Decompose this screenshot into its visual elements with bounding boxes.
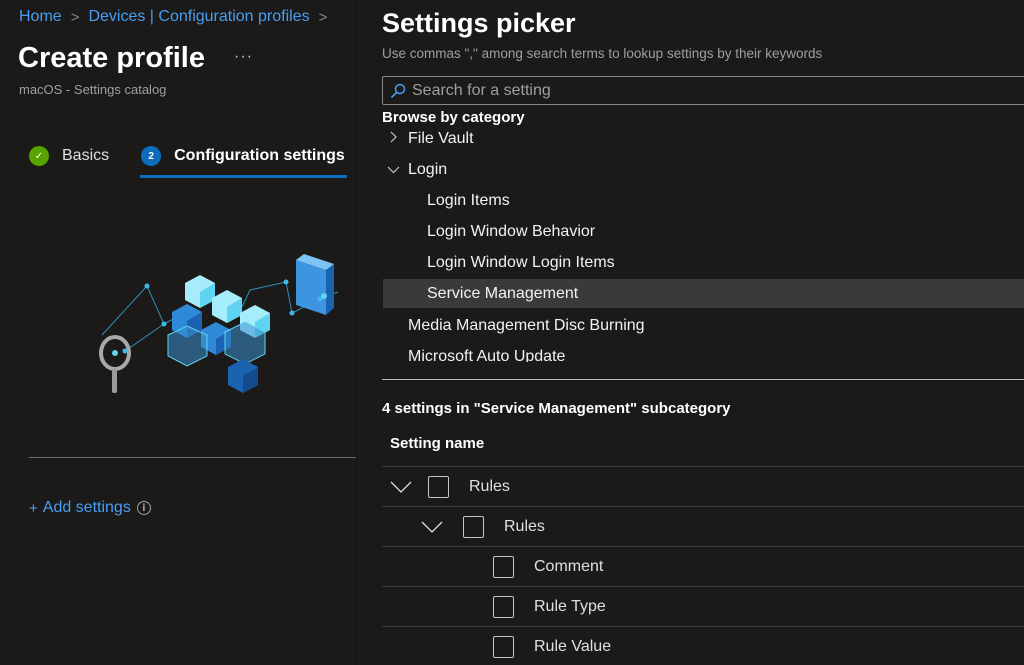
category-tree: File Vault Login Login Items Login Windo… [382, 124, 1024, 362]
setting-checkbox[interactable] [428, 475, 449, 498]
table-row: Comment [382, 546, 1024, 586]
settings-picker-panel: Settings picker Use commas "," among sea… [358, 0, 1024, 665]
step-label: Basics [62, 147, 110, 164]
category-label: Service Management [427, 284, 579, 302]
category-label: Login [408, 160, 448, 178]
step-configuration-settings[interactable]: 2 Configuration settings [140, 146, 347, 178]
category-microsoft-auto-update[interactable]: Microsoft Auto Update [382, 341, 1024, 363]
breadcrumb: Home > Devices | Configuration profiles … [19, 8, 336, 26]
setting-checkbox[interactable] [493, 595, 514, 618]
step-basics[interactable]: ✓ Basics [29, 146, 109, 178]
magnifier-icon [99, 335, 131, 393]
category-label: Media Management Disc Burning [408, 316, 645, 334]
setting-checkbox[interactable] [493, 635, 514, 658]
table-row: Rule Value [382, 626, 1024, 665]
chevron-down-icon[interactable] [386, 162, 400, 177]
breadcrumb-separator-icon: > [70, 8, 80, 26]
setting-checkbox[interactable] [493, 555, 514, 578]
settings-illustration [99, 254, 339, 393]
category-media-management-disc-burning[interactable]: Media Management Disc Burning [382, 310, 1024, 341]
category-label: Microsoft Auto Update [408, 347, 566, 363]
add-settings-label: Add settings [42, 499, 131, 516]
step-number-badge: 2 [141, 146, 162, 166]
table-row: Rule Type [382, 586, 1024, 626]
breadcrumb-home[interactable]: Home [19, 8, 62, 26]
chevron-down-icon[interactable] [421, 521, 443, 533]
add-settings-link[interactable]: + Add settings i [29, 499, 151, 517]
column-header-setting-name[interactable]: Setting name [390, 435, 484, 452]
more-options-icon[interactable]: ··· [234, 48, 253, 66]
cubes [167, 275, 270, 393]
search-icon [390, 83, 406, 98]
table-row: Rules [382, 506, 1024, 546]
setting-name: Rules [504, 517, 545, 535]
wizard-steps: ✓ Basics 2 Configuration settings [29, 146, 347, 178]
create-profile-panel: Home > Devices | Configuration profiles … [0, 0, 357, 665]
divider [382, 379, 1024, 380]
subcategory-login-items[interactable]: Login Items [382, 185, 1024, 216]
setting-name: Rules [469, 477, 510, 495]
category-login[interactable]: Login [382, 154, 1024, 185]
plus-icon: + [29, 499, 38, 517]
settings-picker-title: Settings picker [382, 8, 576, 38]
category-label: Login Window Behavior [427, 222, 596, 240]
subcategory-login-window-behavior[interactable]: Login Window Behavior [382, 216, 1024, 247]
category-file-vault[interactable]: File Vault [382, 124, 1024, 154]
page-subtitle: macOS - Settings catalog [19, 82, 167, 97]
setting-name: Comment [534, 557, 604, 575]
category-label: File Vault [408, 129, 474, 147]
search-box[interactable] [382, 76, 1024, 105]
step-label: Configuration settings [174, 147, 345, 164]
settings-table: Rules Rules Comment Rule Type Rule Value [382, 466, 1024, 665]
page-title: Create profile [18, 42, 205, 74]
table-row: Rules [382, 466, 1024, 506]
check-icon: ✓ [29, 146, 49, 166]
divider [29, 457, 356, 458]
chevron-down-icon[interactable] [390, 481, 412, 493]
subcategory-login-window-login-items[interactable]: Login Window Login Items [382, 247, 1024, 278]
subcategory-service-management[interactable]: Service Management [383, 279, 1024, 308]
breadcrumb-separator-icon: > [318, 8, 328, 26]
breadcrumb-configuration-profiles[interactable]: Devices | Configuration profiles [88, 8, 309, 26]
info-icon[interactable]: i [136, 501, 151, 515]
search-hint: Use commas "," among search terms to loo… [382, 46, 823, 61]
book-icon [296, 254, 334, 315]
category-label: Login Window Login Items [427, 253, 615, 271]
chevron-right-icon[interactable] [386, 131, 400, 146]
setting-checkbox[interactable] [463, 515, 484, 538]
setting-name: Rule Value [534, 637, 612, 655]
results-count-label: 4 settings in "Service Management" subca… [382, 400, 731, 417]
search-input[interactable] [412, 81, 972, 100]
category-label: Login Items [427, 191, 510, 209]
setting-name: Rule Type [534, 597, 606, 615]
